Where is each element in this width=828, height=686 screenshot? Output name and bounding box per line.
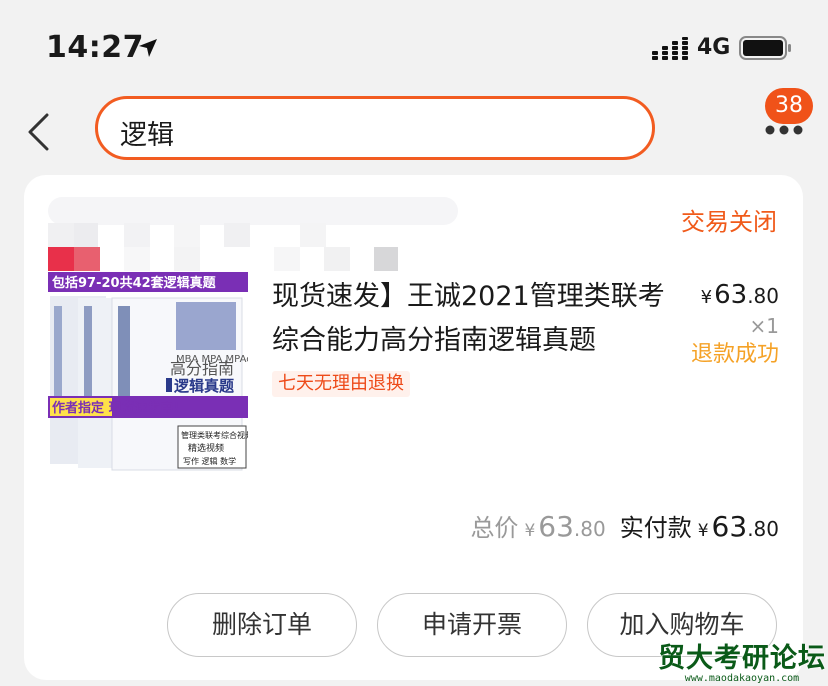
unit-price: ¥63.80 [700,280,779,310]
total-label: 总价 [470,514,519,542]
battery-icon [739,36,791,60]
order-totals: 总价 ¥63.80 实付款 ¥63.80 [470,508,779,543]
message-count-badge: 38 [765,88,813,124]
signal-strength-icon [652,37,688,60]
quantity: ×1 [749,314,779,338]
paid-label: 实付款 [619,514,692,542]
delete-order-button[interactable]: 删除订单 [167,593,357,657]
thumb-banner-bottom: 作者指定 现货速发中! [52,400,179,416]
search-query: 逻辑 [120,120,174,151]
more-icon[interactable] [764,124,804,136]
back-icon[interactable] [22,112,62,152]
order-card: 交易关闭 MBA MPA MPAcc MEM 高分指南 逻辑真题 包括97-20… [24,175,803,680]
return-policy-tag: 七天无理由退换 [272,371,410,397]
watermark: 贸大考研论坛 www.maodakaoyan.com [658,636,826,684]
total-price: ¥63.80 [524,510,606,543]
product-thumbnail[interactable]: MBA MPA MPAcc MEM 高分指南 逻辑真题 包括97-20共42套逻… [48,272,248,472]
thumb-book-title-2: 逻辑真题 [174,377,235,395]
price-column: ¥63.80 ×1 退款成功 [691,280,779,368]
request-invoice-button[interactable]: 申请开票 [377,593,567,657]
search-input[interactable]: 逻辑 [95,96,655,160]
paid-amount: ¥63.80 [697,510,779,543]
thumb-banner-top: 包括97-20共42套逻辑真题 [52,275,217,291]
thumb-book-title-1: 高分指南 [170,359,234,378]
product-title[interactable]: 现货速发】王诚2021管理类联考综合能力高分指南逻辑真题 [272,275,668,363]
refund-status: 退款成功 [690,342,779,367]
thumb-box-line3: 写作 逻辑 数学 [183,456,236,466]
order-status: 交易关闭 [681,208,777,236]
store-name-blurred[interactable] [48,197,468,271]
thumb-box-line1: 管理类联考综合视频 [181,430,248,440]
watermark-name: 贸大考研论坛 [658,643,826,674]
thumb-box-line2: 精选视频 [188,442,224,454]
clock: 14:27 [46,30,144,65]
location-arrow-icon [139,39,157,57]
network-type: 4G [697,35,731,60]
status-bar: 14:27 4G [0,0,828,92]
